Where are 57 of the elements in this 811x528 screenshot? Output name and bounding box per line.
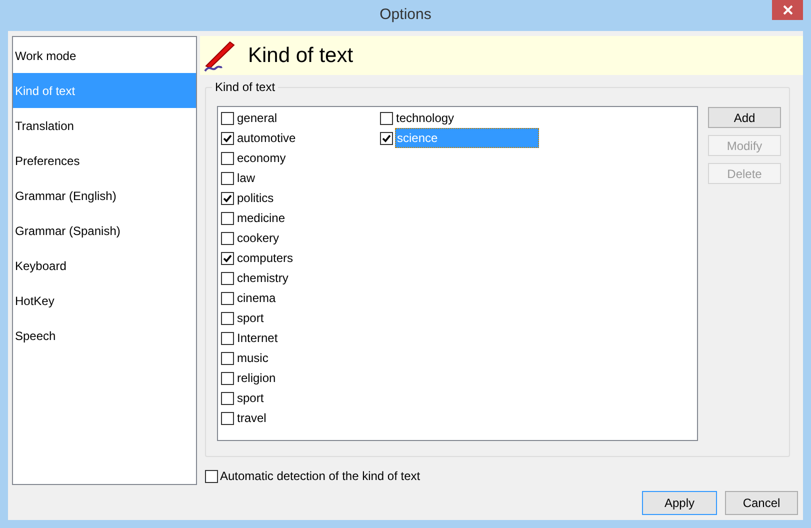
list-item[interactable]: technology <box>395 108 456 128</box>
checkbox[interactable] <box>221 232 234 244</box>
checkbox[interactable] <box>221 312 234 324</box>
list-item[interactable]: sport <box>236 308 265 328</box>
list-item[interactable]: economy <box>236 148 287 168</box>
header-title: Kind of text <box>248 42 354 69</box>
list-item[interactable]: automotive <box>236 128 297 148</box>
checkbox[interactable] <box>205 470 218 482</box>
list-item[interactable]: travel <box>236 408 268 428</box>
checkbox[interactable] <box>221 392 234 404</box>
checkbox[interactable] <box>221 172 234 184</box>
checkmark-icon <box>223 254 232 262</box>
list-item[interactable]: sport <box>236 388 265 408</box>
checkbox[interactable] <box>221 372 234 384</box>
list-item[interactable]: chemistry <box>236 268 290 288</box>
sidebar-item[interactable]: Translation <box>13 108 196 143</box>
dialog-button[interactable]: Apply <box>642 491 717 515</box>
list-item[interactable]: cookery <box>236 228 280 248</box>
dialog-button[interactable]: Cancel <box>725 491 798 515</box>
list-item[interactable]: religion <box>236 368 277 388</box>
window-title: Options <box>380 5 432 26</box>
action-button[interactable]: Add <box>708 107 781 128</box>
checkbox[interactable] <box>380 132 393 144</box>
list-item[interactable]: cinema <box>236 288 277 308</box>
sidebar-item[interactable]: Work mode <box>13 38 196 73</box>
checkbox[interactable] <box>221 332 234 344</box>
checkbox[interactable] <box>221 352 234 364</box>
sidebar-item[interactable]: Speech <box>13 318 196 353</box>
list-item[interactable]: computers <box>236 248 294 268</box>
checkbox[interactable] <box>221 112 234 124</box>
list-item[interactable]: law <box>236 168 256 188</box>
checkmark-icon <box>223 134 232 142</box>
checkbox-label: Automatic detection of the kind of text <box>220 468 420 485</box>
group-title: Kind of text <box>212 80 278 94</box>
checkbox[interactable] <box>221 252 234 264</box>
checkbox[interactable] <box>221 132 234 144</box>
close-icon <box>782 5 792 15</box>
checkbox[interactable] <box>380 112 393 124</box>
sidebar-item[interactable]: Grammar (Spanish) <box>13 213 196 248</box>
list-item[interactable]: general <box>236 108 278 128</box>
list-item[interactable]: politics <box>236 188 275 208</box>
checkbox[interactable] <box>221 412 234 424</box>
checkmark-icon <box>223 194 232 202</box>
checkmark-icon <box>382 134 391 142</box>
checkbox[interactable] <box>221 192 234 204</box>
checkbox[interactable] <box>221 272 234 284</box>
checkbox[interactable] <box>221 292 234 304</box>
sidebar-item[interactable]: HotKey <box>13 283 196 318</box>
list-item[interactable]: music <box>236 348 270 368</box>
sidebar-item[interactable]: Keyboard <box>13 248 196 283</box>
sidebar-item[interactable]: Preferences <box>13 143 196 178</box>
checkbox[interactable] <box>221 152 234 164</box>
list-item[interactable]: Internet <box>236 328 279 348</box>
checkbox[interactable] <box>221 212 234 224</box>
list-item[interactable]: medicine <box>236 208 286 228</box>
close-button[interactable] <box>772 0 803 20</box>
sidebar-item[interactable]: Grammar (English) <box>13 178 196 213</box>
